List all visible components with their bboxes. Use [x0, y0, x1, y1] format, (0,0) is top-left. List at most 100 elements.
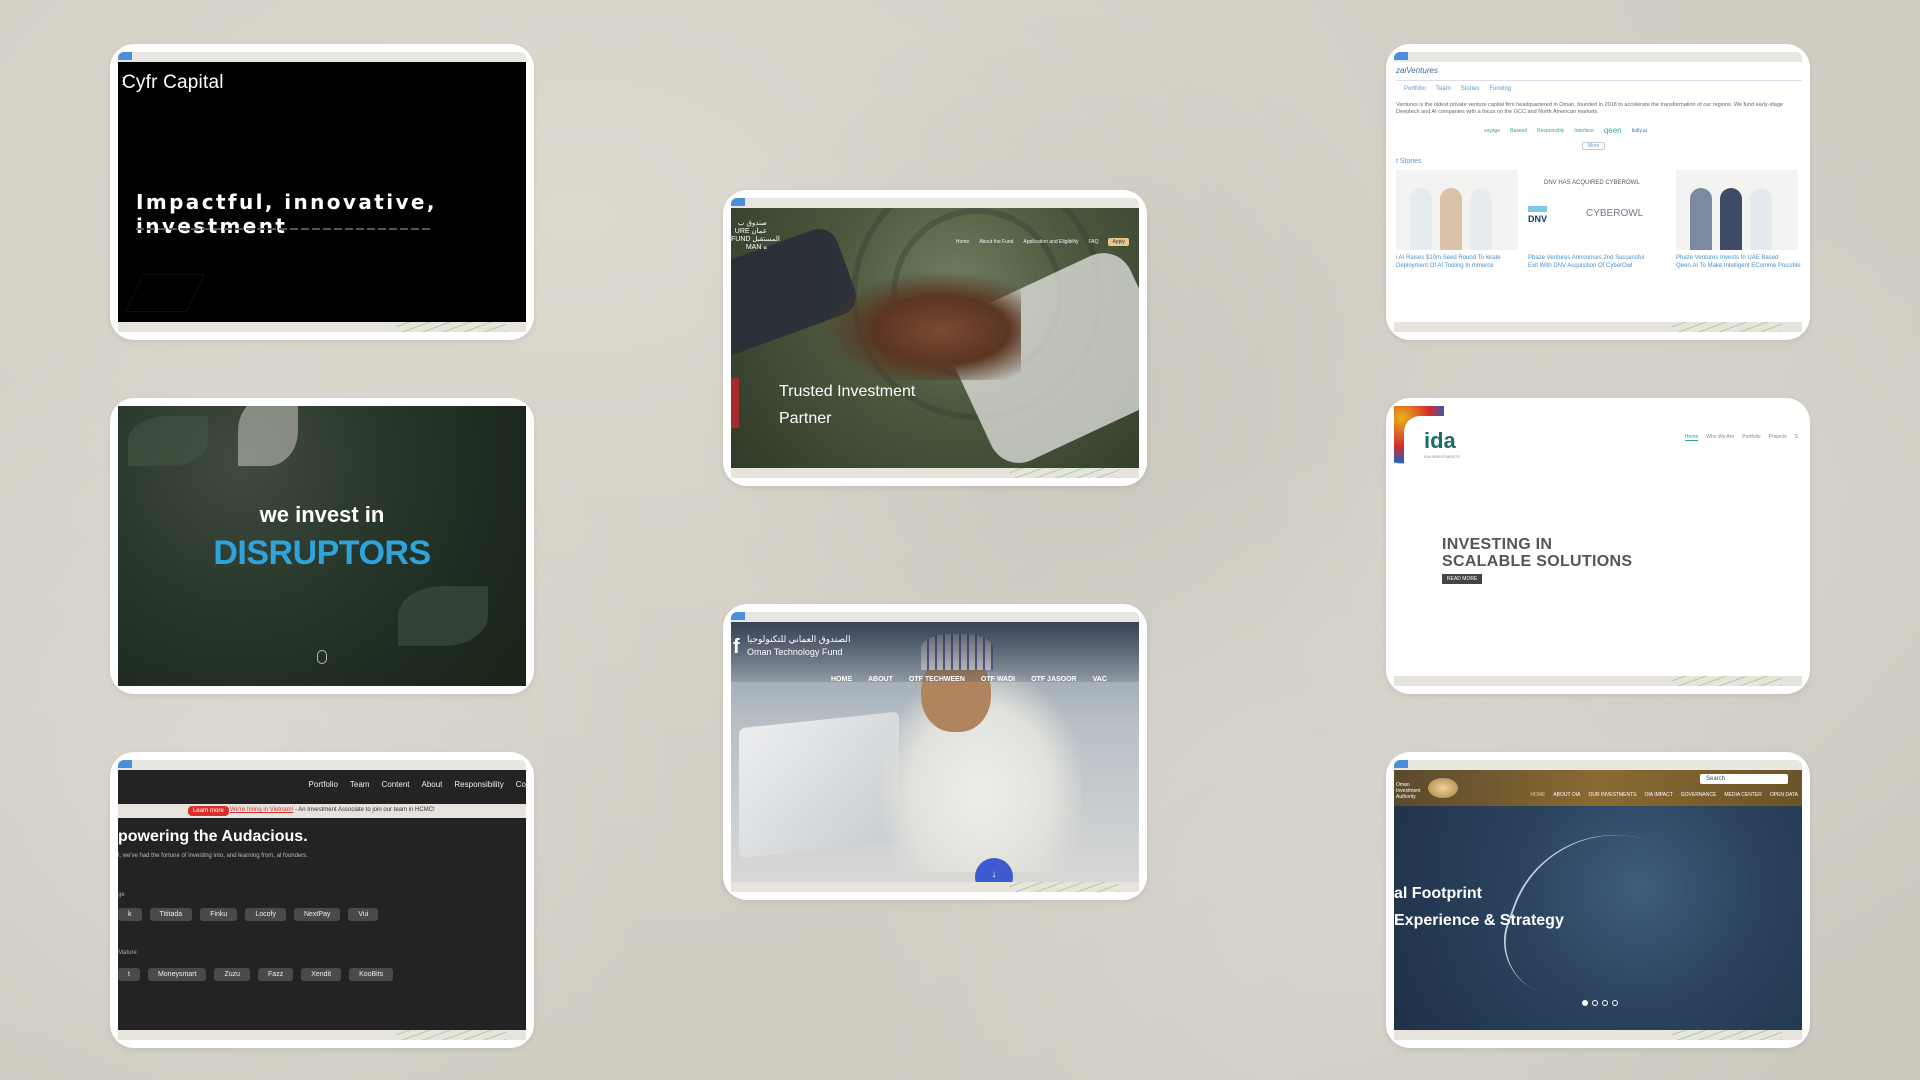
story-image[interactable]: [1396, 170, 1518, 250]
site-logo[interactable]: ida: [1424, 428, 1456, 454]
leaf-shape: [398, 586, 488, 646]
portfolio-chip[interactable]: Moneysmart: [147, 968, 207, 981]
card-disruptors[interactable]: we invest in DISRUPTORS: [110, 398, 534, 694]
story-caption[interactable]: Phaze Ventures Announces 2nd Successful …: [1528, 254, 1654, 270]
facebook-icon[interactable]: f: [733, 636, 740, 659]
person-figure: [1440, 188, 1462, 250]
nav-home[interactable]: HOME: [1530, 792, 1545, 798]
search-input[interactable]: Search: [1700, 774, 1788, 784]
nav-stories[interactable]: Stories: [1461, 86, 1480, 92]
nav-faq[interactable]: FAQ: [1088, 239, 1098, 245]
portfolio-chip[interactable]: Vui: [348, 908, 379, 921]
nav-vac[interactable]: VAC: [1093, 676, 1107, 683]
site-logo[interactable]: Cyfr Capital: [122, 72, 224, 94]
story-caption[interactable]: Phaze Ventures Invests In UAE Based Qeen…: [1676, 254, 1802, 270]
top-nav: Home Who We Are Portfolio Projects S: [1684, 434, 1798, 441]
learn-more-button[interactable]: Learn more: [188, 806, 229, 816]
nav-portfolio[interactable]: Portfolio: [1742, 434, 1760, 441]
nav-impact[interactable]: OIA IMPACT: [1645, 792, 1673, 798]
hero-subline: [136, 228, 430, 230]
portfolio-chip[interactable]: KooBits: [349, 968, 394, 981]
portfolio-logo[interactable]: voyage: [1484, 128, 1500, 134]
nav-techween[interactable]: OTF TECHWEEN: [909, 676, 965, 683]
dnv-heading: DNV HAS ACQUIRED CYBEROWL: [1544, 180, 1640, 186]
fund-name-english[interactable]: Oman Technology Fund: [747, 647, 842, 657]
portfolio-logo[interactable]: qeen: [1604, 126, 1622, 135]
nav-open-data[interactable]: OPEN DATA: [1770, 792, 1798, 798]
nav-team[interactable]: Team: [350, 780, 370, 789]
fund-logo[interactable]: صندوق ب URE عمان FUND المستقبل MAN ه: [731, 220, 780, 252]
nav-portfolio[interactable]: Portfolio: [309, 780, 338, 789]
portfolio-chip[interactable]: Xendit: [301, 968, 342, 981]
hero-line-1: al Footprint: [1394, 885, 1482, 902]
nav-funding[interactable]: Funding: [1489, 86, 1511, 92]
slider-dot[interactable]: [1602, 1000, 1608, 1006]
portfolio-logo[interactable]: Responsibly: [1537, 128, 1564, 134]
story-image[interactable]: [1676, 170, 1798, 250]
nav-who-we-are[interactable]: Who We Are: [1706, 434, 1734, 441]
authority-logo-text[interactable]: Oman Investment Authority: [1396, 782, 1426, 800]
slider-dot[interactable]: [1592, 1000, 1598, 1006]
nav-jasoor[interactable]: OTF JASOOR: [1031, 676, 1077, 683]
nav-home[interactable]: Home: [1684, 434, 1699, 441]
nav-media-center[interactable]: MEDIA CENTER: [1724, 792, 1762, 798]
portfolio-logo[interactable]: bully.ai: [1632, 128, 1647, 134]
card-global-footprint[interactable]: Oman Investment Authority Search HOME AB…: [1386, 752, 1810, 1048]
browser-bottom-strip: [118, 1030, 526, 1040]
portfolio-chip[interactable]: t: [118, 968, 140, 981]
browser-top-strip: [731, 612, 1139, 622]
portfolio-chip[interactable]: Tititada: [149, 908, 193, 921]
browser-top-strip: [1394, 52, 1802, 62]
read-more-button[interactable]: READ MORE: [1442, 574, 1483, 584]
nav-about[interactable]: ABOUT OIA: [1553, 792, 1580, 798]
portfolio-chip[interactable]: Finku: [200, 908, 238, 921]
emblem-icon[interactable]: [1428, 778, 1458, 798]
watermark-logo-icon: [125, 274, 205, 312]
portfolio-chip[interactable]: Zuzu: [214, 968, 251, 981]
portfolio-logo[interactable]: Interface: [1574, 128, 1593, 134]
slider-dots: [1582, 1000, 1618, 1006]
nav-responsibility[interactable]: Responsibility: [454, 780, 503, 789]
portfolio-chip[interactable]: NextPay: [293, 908, 341, 921]
stage-label: ge: [118, 892, 125, 898]
nav-governance[interactable]: GOVERNANCE: [1681, 792, 1717, 798]
card-cyfr-capital[interactable]: ⋮ Cyfr Capital Impactful, innovative, in…: [110, 44, 534, 340]
nav-about[interactable]: About the Fund: [979, 239, 1013, 245]
story-caption[interactable]: i AI Raises $10m Seed Round To lerate De…: [1396, 254, 1522, 270]
nav-application[interactable]: Application and Eligibility: [1023, 239, 1078, 245]
portfolio-logo[interactable]: Baseed: [1510, 128, 1527, 134]
card-audacious[interactable]: Portfolio Team Content About Responsibil…: [110, 752, 534, 1048]
portfolio-chip[interactable]: Locofy: [245, 908, 286, 921]
nav-portfolio[interactable]: Portfolio: [1404, 86, 1426, 92]
screen-trusted: صندوق ب URE عمان FUND المستقبل MAN ه Hom…: [731, 208, 1139, 468]
nav-home[interactable]: Home: [956, 239, 969, 245]
nav-about[interactable]: About: [422, 780, 443, 789]
nav-team[interactable]: Team: [1436, 86, 1451, 92]
more-button[interactable]: More: [1582, 142, 1606, 150]
nav-about[interactable]: ABOUT: [868, 676, 893, 683]
screen-disruptors: we invest in DISRUPTORS: [118, 406, 526, 686]
nav-content[interactable]: Content: [381, 780, 409, 789]
nav-wadi[interactable]: OTF WADI: [981, 676, 1015, 683]
site-logo[interactable]: zaiVentures: [1396, 66, 1438, 75]
fund-name-arabic[interactable]: الصندوق العماني للتكنولوجيا: [747, 634, 851, 645]
screen-ida: ida IDA INVESTMENTS Home Who We Are Port…: [1394, 406, 1802, 676]
slider-dot[interactable]: [1582, 1000, 1588, 1006]
card-ida-investments[interactable]: ida IDA INVESTMENTS Home Who We Are Port…: [1386, 398, 1810, 694]
card-oman-technology-fund[interactable]: f الصندوق العماني للتكنولوجيا Oman Techn…: [723, 604, 1147, 900]
nav-projects[interactable]: Projects: [1769, 434, 1787, 441]
card-ventures[interactable]: zaiVentures Portfolio Team Stories Fundi…: [1386, 44, 1810, 340]
nav-contact[interactable]: Co: [516, 780, 526, 789]
nav-investments[interactable]: OUR INVESTMENTS: [1588, 792, 1636, 798]
header-divider: [1396, 80, 1802, 81]
portfolio-chip[interactable]: k: [118, 908, 142, 921]
slider-dot[interactable]: [1612, 1000, 1618, 1006]
stage-label: Mature: [118, 950, 137, 956]
nav-more[interactable]: S: [1795, 434, 1798, 441]
card-trusted-partner[interactable]: صندوق ب URE عمان FUND المستقبل MAN ه Hom…: [723, 190, 1147, 486]
portfolio-chip[interactable]: Fazz: [258, 968, 294, 981]
banner-link[interactable]: We're hiring in Vietnam!: [230, 807, 293, 813]
nav-home[interactable]: HOME: [831, 676, 852, 683]
scroll-mouse-icon[interactable]: [317, 650, 327, 664]
apply-button[interactable]: Apply: [1108, 238, 1129, 246]
